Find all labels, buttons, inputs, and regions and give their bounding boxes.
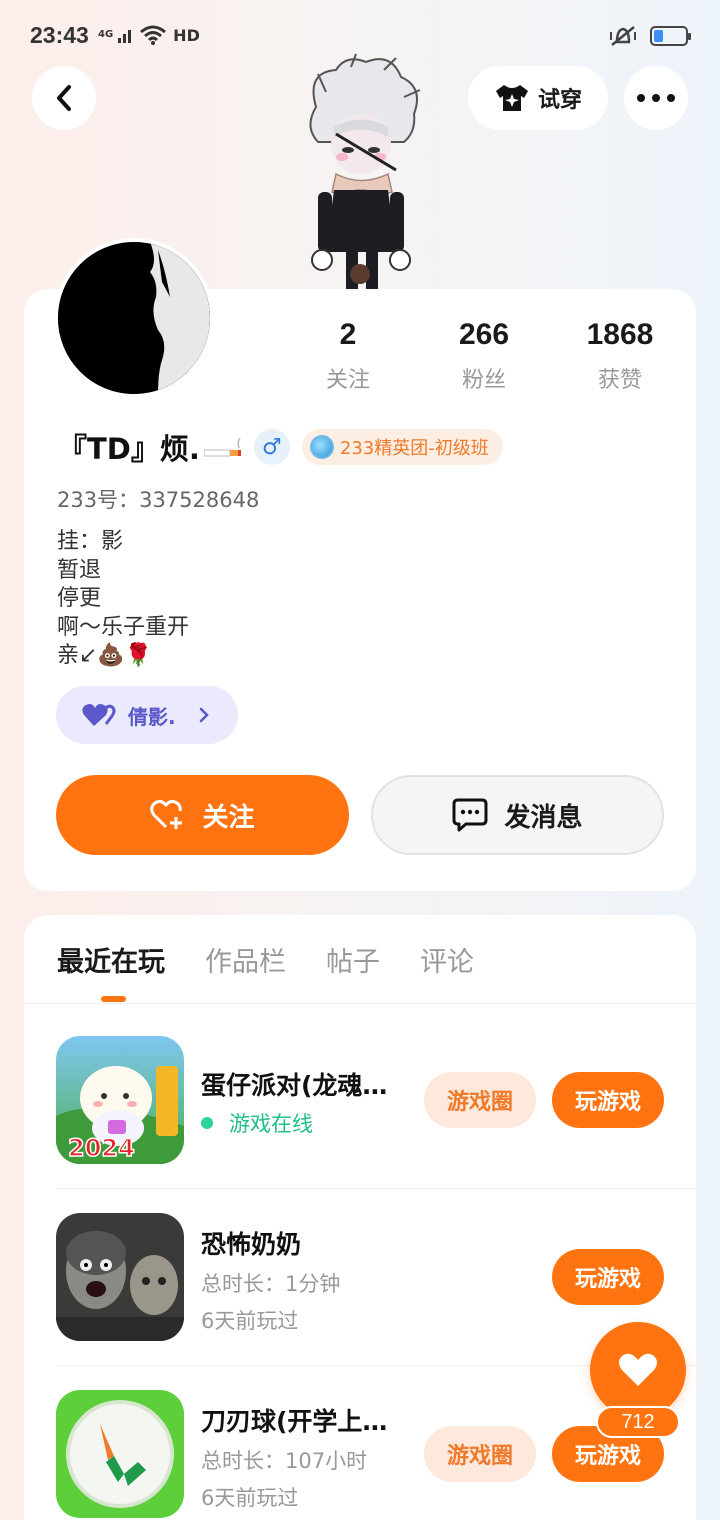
avatar-character <box>309 53 421 292</box>
bio-line: 亲↙💩🌹 <box>57 643 153 668</box>
send-message-button[interactable]: 发消息 <box>371 775 664 855</box>
stat-likes-value: 1868 <box>586 318 654 351</box>
game-online-status: 游戏在线 <box>201 1108 313 1138</box>
tab-indicator <box>101 996 126 1002</box>
heart-plus-icon <box>150 799 183 829</box>
bio-line: 啊～乐子重开 <box>57 614 190 640</box>
back-button[interactable] <box>32 66 96 130</box>
follow-button[interactable]: 关注 <box>56 775 349 855</box>
chevron-right-icon <box>199 707 209 723</box>
rank-gem-icon <box>309 435 334 459</box>
heart-icon <box>619 1353 657 1386</box>
more-button[interactable] <box>624 66 688 130</box>
game-icon-blade-ball[interactable] <box>56 1390 184 1518</box>
bio-line: 停更 <box>57 586 102 611</box>
game-icon-granny[interactable] <box>56 1213 184 1341</box>
user-id: 233号：337528648 <box>57 488 260 512</box>
game-last-played: 6天前玩过 <box>201 1486 299 1510</box>
status-right <box>608 24 691 48</box>
bio-line: 挂：影 <box>57 529 124 554</box>
online-dot-icon <box>201 1117 213 1129</box>
svg-text:2024: 2024 <box>68 1134 135 1162</box>
tshirt-icon <box>495 85 528 111</box>
stat-fans-label: 粉丝 <box>461 368 506 393</box>
cp-relation-pill[interactable]: 倩影. <box>56 686 238 744</box>
try-on-button[interactable]: 试穿 <box>468 66 608 130</box>
signal-icon <box>118 30 132 43</box>
stat-likes[interactable]: 1868 获赞 <box>560 318 680 394</box>
game-title: 刀刃球(开学上… <box>201 1407 388 1436</box>
profile-tabs: 最近在玩 作品栏 帖子 评论 <box>57 940 514 979</box>
play-game-button[interactable]: 玩游戏 <box>552 1072 664 1128</box>
status-icons: 4G HD <box>98 24 200 46</box>
game-circle-button[interactable]: 游戏圈 <box>424 1072 536 1128</box>
stat-fans[interactable]: 266 粉丝 <box>424 318 544 394</box>
gender-male-icon: ♂ <box>253 429 290 465</box>
stat-likes-label: 获赞 <box>597 368 642 393</box>
chevron-left-icon <box>57 85 71 111</box>
chat-bubble-icon <box>452 798 488 832</box>
game-title: 蛋仔派对(龙魂… <box>201 1071 388 1100</box>
more-dots-icon <box>637 94 675 102</box>
name-row: 『TD』烦. ♂ 233精英团-初级班 <box>58 426 503 468</box>
game-row[interactable]: 2024 蛋仔派对(龙魂… 游戏在线 游戏圈 玩游戏 <box>56 1036 696 1212</box>
status-time: 23:43 <box>30 22 89 48</box>
row-divider <box>56 1188 696 1189</box>
tab-recently-played[interactable]: 最近在玩 <box>57 940 165 979</box>
game-title: 恐怖奶奶 <box>201 1230 302 1259</box>
network-type: 4G <box>98 29 114 40</box>
tab-posts[interactable]: 帖子 <box>326 940 380 979</box>
bio-line: 暂退 <box>57 557 102 583</box>
try-on-label: 试穿 <box>537 88 582 113</box>
game-icon-eggy-party[interactable]: 2024 <box>56 1036 184 1164</box>
stat-following-value: 2 <box>339 318 357 351</box>
cp-name: 倩影. <box>128 704 176 729</box>
like-fab-button[interactable] <box>590 1322 686 1418</box>
stat-following[interactable]: 2 关注 <box>288 318 408 394</box>
hd-indicator: HD <box>173 25 200 45</box>
play-game-button[interactable]: 玩游戏 <box>552 1249 664 1305</box>
user-avatar[interactable] <box>54 238 214 398</box>
tab-works[interactable]: 作品栏 <box>205 940 286 979</box>
game-last-played: 6天前玩过 <box>201 1309 299 1333</box>
game-duration: 总时长：107小时 <box>201 1449 368 1473</box>
game-circle-button[interactable]: 游戏圈 <box>424 1426 536 1482</box>
tab-comments[interactable]: 评论 <box>420 940 474 979</box>
wifi-icon <box>140 25 167 45</box>
user-name: 『TD』烦. <box>58 432 200 466</box>
stat-fans-value: 266 <box>458 318 510 351</box>
game-duration: 总时长：1分钟 <box>201 1272 341 1296</box>
battery-icon <box>650 26 691 46</box>
rank-label: 233精英团-初级班 <box>339 438 489 459</box>
online-text: 游戏在线 <box>229 1112 313 1136</box>
like-count-badge: 712 <box>596 1406 680 1438</box>
user-bio: 挂：影 暂退 停更 啊～乐子重开 亲↙💩🌹 <box>57 528 189 671</box>
follow-label: 关注 <box>202 802 255 833</box>
avatar-silhouette <box>58 242 210 394</box>
rank-badge[interactable]: 233精英团-初级班 <box>301 429 503 465</box>
heart-pair-icon <box>82 704 116 726</box>
stat-following-label: 关注 <box>325 368 370 393</box>
send-message-label: 发消息 <box>504 802 583 833</box>
cigarette-icon <box>203 436 242 458</box>
vibrate-icon <box>610 26 636 46</box>
tab-divider <box>24 1003 696 1004</box>
